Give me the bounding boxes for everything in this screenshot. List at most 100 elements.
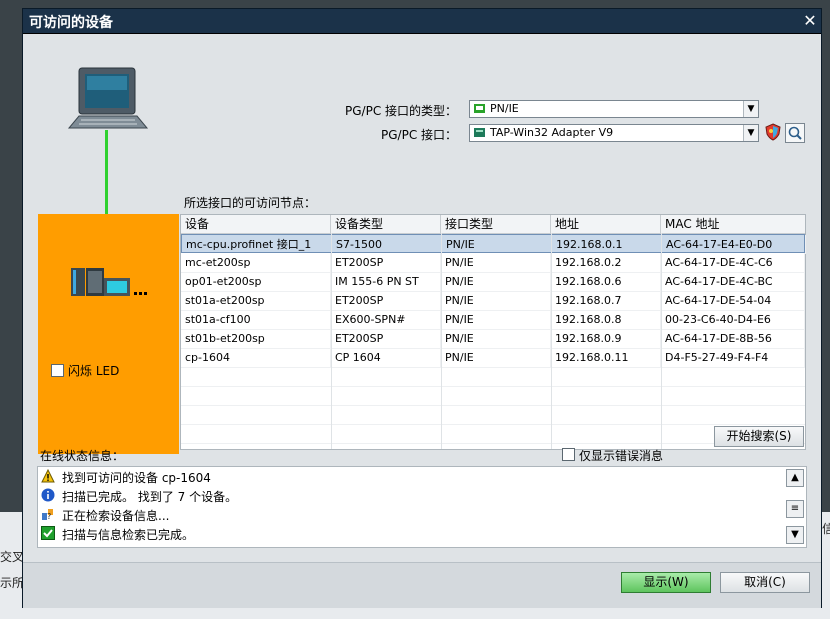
warning-icon	[41, 469, 55, 483]
device-type: IM 155-6 PN ST	[331, 272, 441, 291]
device-table: 设备 设备类型 接口类型 地址 MAC 地址 mc-cpu.profinet 接…	[180, 214, 806, 450]
scroll-menu-icon[interactable]: ≡	[786, 500, 804, 518]
start-search-button[interactable]: 开始搜索(S)	[714, 426, 804, 447]
dialog-title: 可访问的设备	[29, 15, 113, 31]
column-header[interactable]: MAC 地址	[661, 215, 805, 233]
pg-pc-icon	[67, 67, 149, 129]
title-bar: 可访问的设备 ✕	[23, 9, 821, 34]
empty-row	[181, 386, 805, 406]
status-message: 扫描已完成。 找到了 7 个设备。	[62, 490, 238, 504]
list-item: 找到可访问的设备 cp-1604	[38, 467, 788, 486]
pgpc-type-select[interactable]: PN/IE ▼	[469, 100, 759, 118]
mac-address: AC-64-17-E4-E0-D0	[662, 235, 806, 254]
network-panel: 闪烁 LED	[38, 214, 179, 454]
chevron-down-icon[interactable]: ▼	[743, 101, 758, 117]
table-row[interactable]: st01a-et200sp ET200SP PN/IE 192.168.0.7 …	[181, 291, 805, 311]
ip-address: 192.168.0.11	[551, 348, 661, 367]
interface-type: PN/IE	[441, 310, 551, 329]
mac-address: AC-64-17-DE-4C-BC	[661, 272, 805, 291]
device-type: S7-1500	[332, 235, 442, 254]
mac-address: AC-64-17-DE-4C-C6	[661, 253, 805, 272]
close-button[interactable]: ✕	[801, 12, 819, 30]
pgpc-interface-label: PG/PC 接口：	[381, 128, 458, 142]
device-name: mc-et200sp	[181, 253, 331, 272]
check-icon	[41, 526, 55, 540]
dialog-body: PG/PC 接口的类型： PN/IE ▼ PG/PC 接口： TAP-Win32…	[23, 34, 821, 608]
shield-icon[interactable]	[765, 123, 781, 141]
pgpc-type-value: PN/IE	[490, 102, 519, 115]
ip-address: 192.168.0.2	[551, 253, 661, 272]
empty-row	[181, 367, 805, 387]
nodes-label: 所选接口的可访问节点：	[184, 196, 317, 210]
show-button[interactable]: 显示(W)	[621, 572, 711, 593]
interface-type: PN/IE	[441, 272, 551, 291]
ip-address: 192.168.0.9	[551, 329, 661, 348]
adapter-icon	[474, 128, 485, 137]
column-divider	[551, 233, 552, 449]
interface-type: PN/IE	[441, 329, 551, 348]
device-type: CP 1604	[331, 348, 441, 367]
table-row[interactable]: st01b-et200sp ET200SP PN/IE 192.168.0.9 …	[181, 329, 805, 349]
search-progress-icon: ?	[42, 509, 53, 521]
table-row[interactable]: cp-1604 CP 1604 PN/IE 192.168.0.11 D4-F5…	[181, 348, 805, 368]
empty-row	[181, 405, 805, 425]
background-text: 交叉	[0, 550, 25, 564]
flash-led-label: 闪烁 LED	[68, 364, 120, 378]
only-errors-checkbox[interactable]	[562, 448, 575, 461]
list-item: 扫描与信息检索已完成。	[38, 524, 788, 543]
table-row[interactable]: mc-cpu.profinet 接口_1 S7-1500 PN/IE 192.1…	[181, 234, 806, 254]
table-row[interactable]: mc-et200sp ET200SP PN/IE 192.168.0.2 AC-…	[181, 253, 805, 273]
dialog-footer: 显示(W) 取消(C)	[23, 562, 821, 608]
chevron-down-icon[interactable]: ▼	[743, 125, 758, 141]
status-message: 正在检索设备信息...	[62, 509, 170, 523]
pgpc-interface-select[interactable]: TAP-Win32 Adapter V9 ▼	[469, 124, 759, 142]
column-header[interactable]: 地址	[551, 215, 661, 233]
background-text: 信	[822, 522, 830, 536]
column-header[interactable]: 设备类型	[331, 215, 441, 233]
mac-address: AC-64-17-DE-8B-56	[661, 329, 805, 348]
mac-address: 00-23-C6-40-D4-E6	[661, 310, 805, 329]
device-type: ET200SP	[331, 329, 441, 348]
flash-led-checkbox[interactable]	[51, 364, 64, 377]
magnifier-icon	[788, 126, 802, 140]
properties-button[interactable]	[785, 123, 805, 143]
ip-address: 192.168.0.8	[551, 310, 661, 329]
plc-devices-icon	[71, 268, 147, 296]
status-info-label: 在线状态信息：	[40, 449, 125, 463]
pgpc-interface-value: TAP-Win32 Adapter V9	[490, 126, 614, 139]
svg-text:?: ?	[47, 512, 51, 521]
device-type: ET200SP	[331, 253, 441, 272]
network-icon	[474, 104, 485, 113]
device-name: op01-et200sp	[181, 272, 331, 291]
status-list: 找到可访问的设备 cp-1604 扫描已完成。 找到了 7 个设备。 ? 正在检…	[37, 466, 807, 548]
column-divider	[441, 233, 442, 449]
table-row[interactable]: op01-et200sp IM 155-6 PN ST PN/IE 192.16…	[181, 272, 805, 292]
interface-type: PN/IE	[441, 348, 551, 367]
scroll-up-icon[interactable]: ▲	[786, 469, 804, 487]
mac-address: AC-64-17-DE-54-04	[661, 291, 805, 310]
cancel-button[interactable]: 取消(C)	[720, 572, 810, 593]
ip-address: 192.168.0.6	[551, 272, 661, 291]
column-divider	[661, 233, 662, 449]
ip-address: 192.168.0.1	[552, 235, 662, 254]
info-icon	[41, 488, 55, 502]
column-header[interactable]: 接口类型	[441, 215, 551, 233]
interface-type: PN/IE	[441, 291, 551, 310]
empty-row	[181, 424, 805, 444]
device-type: ET200SP	[331, 291, 441, 310]
list-item: 扫描已完成。 找到了 7 个设备。	[38, 486, 788, 505]
device-name: st01a-cf100	[181, 310, 331, 329]
status-message: 找到可访问的设备 cp-1604	[62, 471, 211, 485]
table-row[interactable]: st01a-cf100 EX600-SPN# PN/IE 192.168.0.8…	[181, 310, 805, 330]
scroll-down-icon[interactable]: ▼	[786, 526, 804, 544]
column-divider	[331, 233, 332, 449]
interface-type: PN/IE	[442, 235, 552, 254]
status-message: 扫描与信息检索已完成。	[62, 528, 195, 542]
interface-type: PN/IE	[441, 253, 551, 272]
column-header[interactable]: 设备	[181, 215, 331, 233]
table-header: 设备 设备类型 接口类型 地址 MAC 地址	[181, 215, 805, 234]
list-item: ? 正在检索设备信息...	[38, 505, 788, 524]
background-text: 示所	[0, 576, 25, 590]
device-name: st01b-et200sp	[181, 329, 331, 348]
accessible-devices-dialog: 可访问的设备 ✕ PG/PC 接口的类型： PN/IE ▼ PG/PC 接口： …	[22, 8, 822, 608]
